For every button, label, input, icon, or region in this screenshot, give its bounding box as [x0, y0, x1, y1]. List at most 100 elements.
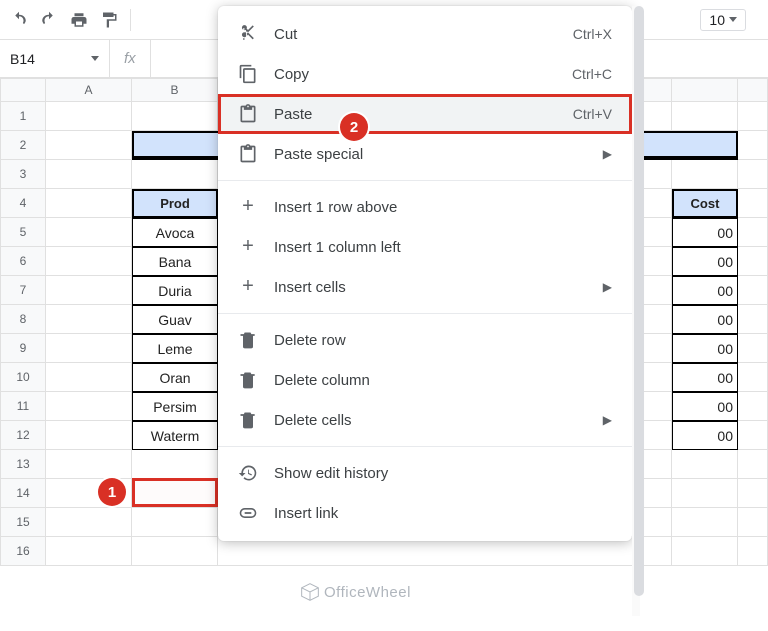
- cell[interactable]: [672, 160, 738, 189]
- cost-cell[interactable]: 00: [672, 218, 738, 247]
- menu-item-insert-column[interactable]: + Insert 1 column left: [218, 227, 632, 267]
- cell[interactable]: [132, 537, 218, 566]
- cell[interactable]: [672, 508, 738, 537]
- product-cell[interactable]: Duria: [132, 276, 218, 305]
- cell[interactable]: [46, 421, 132, 450]
- table-header-product[interactable]: Prod: [132, 189, 218, 218]
- row-header[interactable]: 8: [0, 305, 46, 334]
- row-header[interactable]: 10: [0, 363, 46, 392]
- cell[interactable]: [46, 508, 132, 537]
- cell[interactable]: [738, 160, 768, 189]
- menu-item-insert-cells[interactable]: + Insert cells ▶: [218, 267, 632, 307]
- column-header-a[interactable]: A: [46, 78, 132, 102]
- cell[interactable]: [738, 421, 768, 450]
- cost-cell[interactable]: 00: [672, 305, 738, 334]
- cell[interactable]: [672, 450, 738, 479]
- font-size-selector[interactable]: 10: [700, 9, 746, 31]
- product-cell[interactable]: Bana: [132, 247, 218, 276]
- vertical-scrollbar[interactable]: [632, 6, 640, 616]
- cell[interactable]: [738, 508, 768, 537]
- menu-item-edit-history[interactable]: Show edit history: [218, 453, 632, 493]
- menu-item-copy[interactable]: Copy Ctrl+C: [218, 54, 632, 94]
- cell[interactable]: [46, 131, 132, 160]
- product-cell[interactable]: Persim: [132, 392, 218, 421]
- row-header[interactable]: 7: [0, 276, 46, 305]
- cell[interactable]: [738, 334, 768, 363]
- cell[interactable]: [672, 479, 738, 508]
- column-header-g[interactable]: [672, 78, 738, 102]
- row-header[interactable]: 4: [0, 189, 46, 218]
- cost-cell[interactable]: 00: [672, 247, 738, 276]
- cell[interactable]: [738, 305, 768, 334]
- row-header[interactable]: 16: [0, 537, 46, 566]
- menu-item-paste-special[interactable]: Paste special ▶: [218, 134, 632, 174]
- menu-item-delete-column[interactable]: Delete column: [218, 360, 632, 400]
- row-header[interactable]: 14: [0, 479, 46, 508]
- cell[interactable]: [218, 537, 672, 566]
- cell[interactable]: [738, 450, 768, 479]
- cell[interactable]: [738, 189, 768, 218]
- product-cell[interactable]: Avoca: [132, 218, 218, 247]
- row-header[interactable]: 1: [0, 102, 46, 131]
- row-header[interactable]: 3: [0, 160, 46, 189]
- name-box[interactable]: B14: [0, 40, 110, 77]
- cell[interactable]: [46, 247, 132, 276]
- row-header[interactable]: 5: [0, 218, 46, 247]
- row-header[interactable]: 11: [0, 392, 46, 421]
- select-all-corner[interactable]: [0, 78, 46, 102]
- cell[interactable]: [46, 160, 132, 189]
- cost-cell[interactable]: 00: [672, 276, 738, 305]
- undo-icon[interactable]: [10, 11, 28, 29]
- cell[interactable]: [46, 102, 132, 131]
- cell[interactable]: [46, 363, 132, 392]
- cost-cell[interactable]: 00: [672, 334, 738, 363]
- cell[interactable]: [132, 102, 218, 131]
- cell[interactable]: [738, 131, 768, 160]
- cell[interactable]: [46, 189, 132, 218]
- row-header[interactable]: 6: [0, 247, 46, 276]
- menu-item-insert-row[interactable]: + Insert 1 row above: [218, 187, 632, 227]
- cell[interactable]: [738, 392, 768, 421]
- column-header-b[interactable]: B: [132, 78, 218, 102]
- cell[interactable]: [738, 276, 768, 305]
- cell[interactable]: [46, 450, 132, 479]
- cell[interactable]: [738, 247, 768, 276]
- table-header-cost[interactable]: Cost: [672, 189, 738, 218]
- row-header[interactable]: 2: [0, 131, 46, 160]
- cell[interactable]: [46, 305, 132, 334]
- menu-item-cut[interactable]: Cut Ctrl+X: [218, 14, 632, 54]
- cell[interactable]: [46, 218, 132, 247]
- redo-icon[interactable]: [40, 11, 58, 29]
- cost-cell[interactable]: 00: [672, 363, 738, 392]
- cell[interactable]: [672, 537, 738, 566]
- product-cell[interactable]: Leme: [132, 334, 218, 363]
- cell[interactable]: [738, 102, 768, 131]
- cell[interactable]: [738, 363, 768, 392]
- row-header[interactable]: 15: [0, 508, 46, 537]
- cell[interactable]: [738, 479, 768, 508]
- cost-cell[interactable]: 00: [672, 392, 738, 421]
- menu-item-insert-link[interactable]: Insert link: [218, 493, 632, 533]
- cell-b14[interactable]: [132, 479, 218, 508]
- paint-format-icon[interactable]: [100, 11, 118, 29]
- cell[interactable]: [738, 537, 768, 566]
- cost-cell[interactable]: 00: [672, 421, 738, 450]
- cell[interactable]: [46, 334, 132, 363]
- cell[interactable]: [46, 392, 132, 421]
- menu-item-paste[interactable]: Paste Ctrl+V: [218, 94, 632, 134]
- product-cell[interactable]: Oran: [132, 363, 218, 392]
- product-cell[interactable]: Guav: [132, 305, 218, 334]
- cell[interactable]: [132, 160, 218, 189]
- title-cell[interactable]: [132, 131, 218, 160]
- cell[interactable]: [46, 537, 132, 566]
- cell[interactable]: [132, 508, 218, 537]
- row-header[interactable]: 9: [0, 334, 46, 363]
- row-header[interactable]: 12: [0, 421, 46, 450]
- title-cell[interactable]: [672, 131, 738, 160]
- menu-item-delete-row[interactable]: Delete row: [218, 320, 632, 360]
- scrollbar-thumb[interactable]: [634, 6, 644, 596]
- print-icon[interactable]: [70, 11, 88, 29]
- cell[interactable]: [46, 276, 132, 305]
- cell[interactable]: [738, 218, 768, 247]
- cell[interactable]: [132, 450, 218, 479]
